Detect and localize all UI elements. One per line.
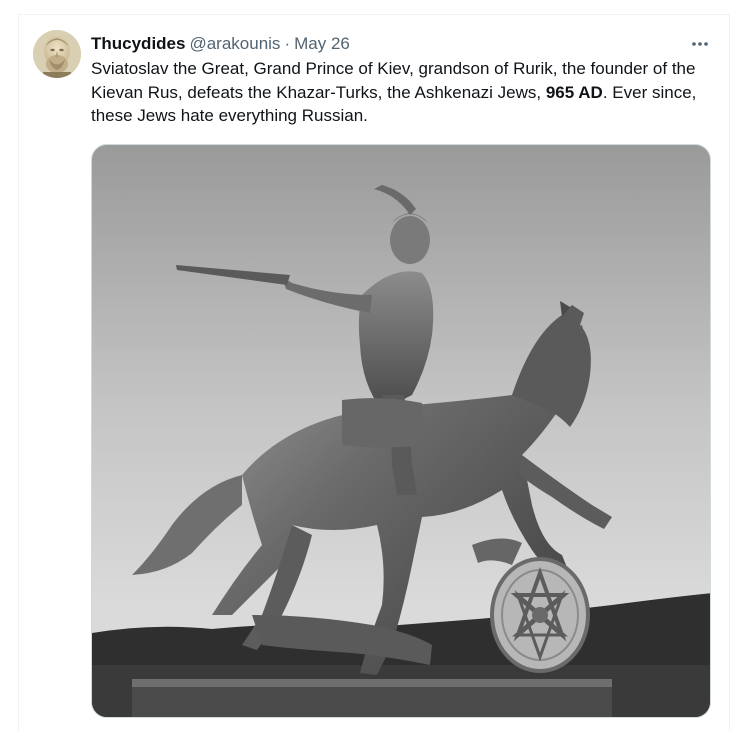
tweet-date[interactable]: May 26 bbox=[294, 34, 350, 54]
tweet-media-image[interactable] bbox=[91, 144, 711, 718]
bust-avatar-image bbox=[33, 30, 81, 78]
tweet-header: Thucydides @arakounis · May 26 bbox=[91, 33, 715, 55]
tweet-text: Sviatoslav the Great, Grand Prince of Ki… bbox=[91, 57, 711, 128]
avatar[interactable] bbox=[33, 30, 81, 78]
tweet-text-bold: 965 AD bbox=[545, 82, 603, 102]
more-horizontal-icon[interactable] bbox=[687, 31, 713, 57]
author-name[interactable]: Thucydides bbox=[91, 34, 185, 54]
author-handle[interactable]: @arakounis bbox=[189, 34, 280, 54]
separator-dot: · bbox=[284, 34, 291, 53]
timeline-frame: Thucydides @arakounis · May 26 Sviatosla… bbox=[0, 0, 749, 731]
equestrian-statue-photo bbox=[92, 145, 710, 717]
tweet-card[interactable]: Thucydides @arakounis · May 26 Sviatosla… bbox=[18, 14, 730, 731]
